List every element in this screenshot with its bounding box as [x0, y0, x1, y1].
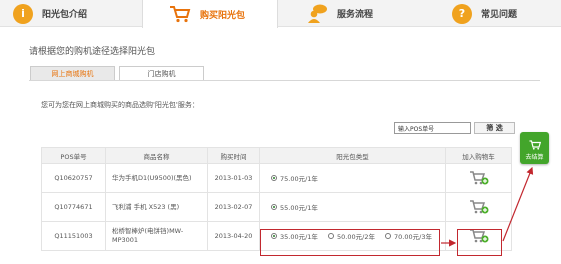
pos-search-input[interactable] — [394, 122, 471, 134]
add-to-cart-icon[interactable] — [469, 170, 489, 186]
package-option[interactable]: 70.00元/3年 — [385, 231, 432, 241]
product-name: 华为手机D1(U9500)(黑色) — [105, 163, 208, 193]
top-tab-bar: i 阳光包介绍 购买阳光包 服务流程 ? 常见问题 — [0, 0, 561, 28]
add-to-cart-icon[interactable] — [469, 199, 489, 215]
tab-label: 服务流程 — [337, 10, 374, 20]
package-type-cell: 75.00元/1年 — [259, 163, 446, 193]
shopping-cart-icon — [529, 140, 541, 153]
pos-number: Q10620757 — [41, 163, 106, 193]
tab-buy-sunshine[interactable]: 购买阳光包 — [142, 0, 278, 28]
product-name: 松桥智棒炉(电饼铛)MW-MP3001 — [105, 221, 208, 251]
question-icon: ? — [452, 3, 472, 24]
info-icon: i — [13, 3, 33, 24]
radio-button[interactable] — [271, 175, 277, 181]
shopping-cart-icon — [169, 5, 191, 23]
add-to-cart-cell — [445, 163, 512, 193]
package-option[interactable]: 50.00元/2年 — [328, 231, 375, 241]
column-header: 阳光包类型 — [259, 147, 446, 164]
table-row: Q11151003 松桥智棒炉(电饼铛)MW-MP3001 2013-04-20… — [41, 221, 512, 251]
subtab-divider — [29, 80, 540, 81]
tab-faq[interactable]: ? 常见问题 — [420, 0, 561, 27]
column-header: 购买时间 — [207, 147, 260, 164]
radio-button[interactable] — [328, 233, 335, 239]
checkout-label: 去结算 — [525, 154, 544, 161]
package-option-label: 50.00元/2年 — [337, 233, 375, 241]
subtab-store[interactable]: 门店购机 — [119, 66, 204, 81]
table-row: Q10620757 华为手机D1(U9500)(黑色) 2013-01-03 7… — [41, 163, 512, 193]
add-to-cart-icon[interactable] — [469, 228, 489, 244]
radio-button[interactable] — [271, 233, 277, 239]
column-header: 加入购物车 — [445, 147, 512, 164]
tab-label: 阳光包介绍 — [42, 10, 88, 20]
section-title: 请根据您的购机途径选择阳光包 — [29, 47, 156, 57]
package-type-cell: 35.00元/1年 50.00元/2年 70.00元/3年 — [259, 221, 446, 251]
column-header: 商品名称 — [105, 147, 208, 164]
pos-number: Q10774671 — [41, 192, 106, 222]
radio-button[interactable] — [271, 204, 277, 210]
tab-label: 常见问题 — [481, 10, 518, 20]
intro-text: 您可为您在网上商城购买的商品选购'阳光包'服务： — [41, 101, 199, 109]
column-header: POS单号 — [41, 147, 106, 164]
table-row: Q10774671 飞利浦 手机 X523 (黑) 2013-02-07 55.… — [41, 192, 512, 222]
package-option-label: 70.00元/3年 — [394, 233, 432, 241]
package-type-cell: 55.00元/1年 — [259, 192, 446, 222]
purchase-date: 2013-04-20 — [207, 221, 260, 251]
order-table: POS单号 商品名称 购买时间 阳光包类型 加入购物车 Q10620757 华为… — [41, 147, 512, 251]
tab-sunshine-intro[interactable]: i 阳光包介绍 — [0, 0, 142, 27]
filter-button[interactable]: 筛 选 — [474, 122, 515, 134]
package-option[interactable]: 35.00元/1年 — [271, 231, 318, 241]
product-name: 飞利浦 手机 X523 (黑) — [105, 192, 208, 222]
add-to-cart-cell — [445, 192, 512, 222]
chat-person-icon — [306, 4, 328, 24]
package-option-label: 75.00元/1年 — [280, 175, 318, 183]
subtab-online-mall[interactable]: 网上商城购机 — [30, 66, 115, 81]
checkout-button[interactable]: 去结算 — [520, 132, 549, 164]
purchase-date: 2013-01-03 — [207, 163, 260, 193]
tab-service-process[interactable]: 服务流程 — [278, 0, 420, 27]
package-option[interactable]: 75.00元/1年 — [271, 173, 318, 183]
add-to-cart-cell — [445, 221, 512, 251]
package-option-label: 55.00元/1年 — [280, 204, 318, 212]
package-option-label: 35.00元/1年 — [280, 233, 318, 241]
pos-number: Q11151003 — [41, 221, 106, 251]
purchase-date: 2013-02-07 — [207, 192, 260, 222]
tab-label: 购买阳光包 — [200, 10, 246, 21]
radio-button[interactable] — [385, 233, 392, 239]
package-option[interactable]: 55.00元/1年 — [271, 202, 318, 212]
